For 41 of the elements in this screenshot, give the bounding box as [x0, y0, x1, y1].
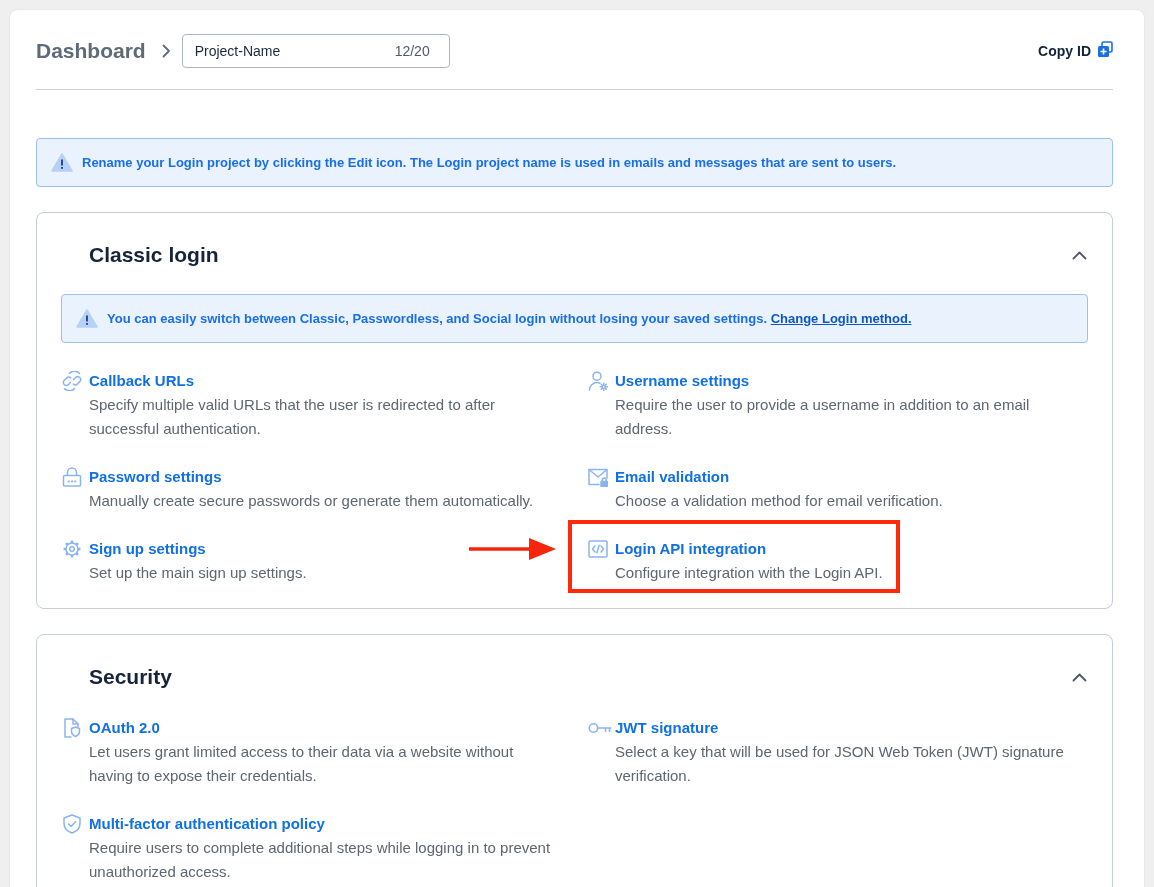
chevron-right-icon	[161, 44, 171, 58]
setting-link[interactable]: OAuth 2.0	[89, 718, 160, 738]
copy-icon	[1097, 40, 1113, 58]
setting-link[interactable]: Multi-factor authentication policy	[89, 814, 325, 834]
chevron-up-icon[interactable]	[1072, 250, 1087, 260]
copy-id-button[interactable]: Copy ID	[1038, 41, 1113, 61]
character-counter: 12/20	[394, 43, 430, 59]
setting-description: Select a key that will be used for JSON Web Token (JWT) signature verification.	[615, 742, 1065, 786]
setting-description: Configure integration with the Login API.	[615, 563, 883, 583]
document-shield-icon	[62, 718, 82, 738]
setting-description: Specify multiple valid URLs that the user is redirected to after successful authentication.	[89, 395, 497, 439]
setting-link[interactable]: Sign up settings	[89, 539, 206, 559]
warning-icon	[51, 153, 73, 172]
setting-link[interactable]: Callback URLs	[89, 371, 195, 391]
notice-text: You can easily switch between Classic, Passwordless, and Social login without losing your saved settings. Change Login method.	[107, 309, 912, 328]
setting-description: Set up the main sign up settings.	[89, 563, 307, 583]
shield-check-icon	[62, 814, 82, 834]
code-icon	[588, 539, 608, 559]
setting-link[interactable]: Login API integration	[615, 539, 767, 559]
setting-description: Require the user to provide a username in addition to an email address.	[615, 395, 1031, 439]
setting-link[interactable]: JWT signature	[615, 718, 719, 738]
key-icon	[588, 722, 612, 734]
section-title: Classic login	[89, 243, 219, 267]
setting-description: Choose a validation method for email verification.	[615, 491, 943, 511]
link-icon	[62, 371, 82, 391]
envelope-lock-icon	[588, 467, 608, 487]
chevron-up-icon[interactable]	[1072, 672, 1087, 682]
change-login-method-link[interactable]: Change Login method.	[770, 310, 912, 326]
setting-link[interactable]: Password settings	[89, 467, 222, 487]
setting-link[interactable]: Username settings	[615, 371, 750, 391]
setting-description: Manually create secure passwords or generate them automatically.	[89, 491, 534, 511]
section-title: Security	[89, 665, 172, 689]
breadcrumb-link[interactable]: Dashboard	[36, 37, 146, 65]
setting-link[interactable]: Email validation	[615, 467, 730, 487]
banner-text: Rename your Login project by clicking the Edit icon. The Login project name is used in emails and messages that are sent to users.	[82, 153, 897, 172]
warning-icon	[76, 309, 98, 328]
gear-icon	[62, 539, 82, 559]
setting-description: Require users to complete additional steps while logging in to prevent unauthorized access.	[89, 838, 552, 882]
padlock-icon	[62, 467, 82, 487]
setting-description: Let users grant limited access to their data via a website without having to expose their credentials.	[89, 742, 515, 786]
user-gear-icon	[588, 371, 608, 391]
